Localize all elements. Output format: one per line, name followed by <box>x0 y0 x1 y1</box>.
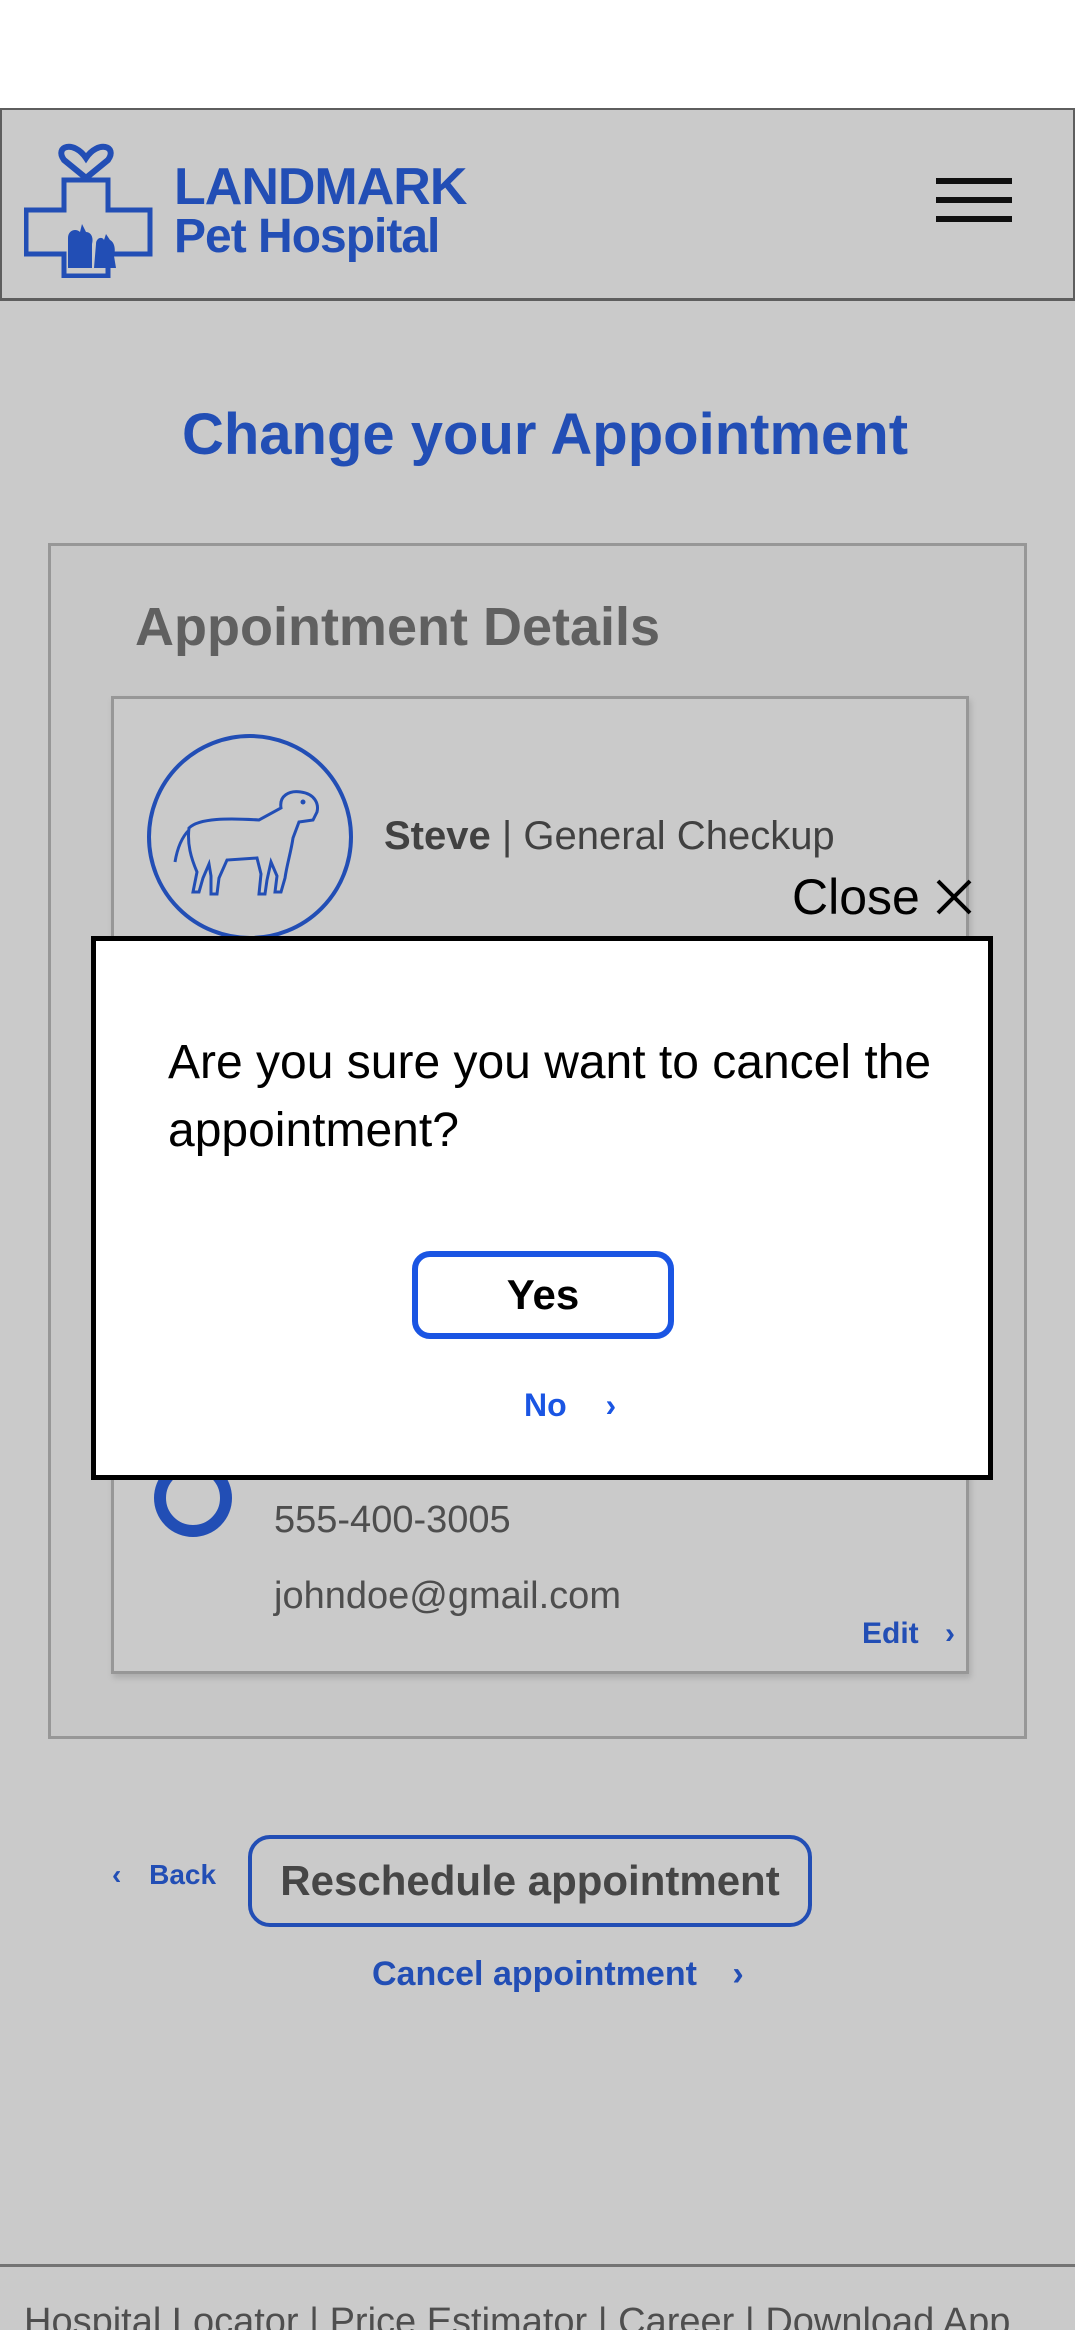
close-label: Close <box>792 869 920 925</box>
logo-icon[interactable] <box>23 128 164 279</box>
cancel-appointment-link[interactable]: Cancel appointment › <box>372 1955 744 1994</box>
footer: Hospital Locator | Price Estimator | Car… <box>0 2264 1075 2330</box>
brand-line-2: Pet Hospital <box>174 210 440 263</box>
separator: | <box>501 814 513 858</box>
cancel-confirmation-modal: Are you sure you want to cancel the appo… <box>91 936 993 1480</box>
no-label: No <box>524 1387 567 1423</box>
brand-line-1: LANDMARK <box>174 158 467 216</box>
close-icon <box>936 879 972 915</box>
no-link[interactable]: No › <box>524 1387 616 1424</box>
edit-link[interactable]: Edit › <box>862 1617 955 1651</box>
close-button[interactable]: Close <box>792 868 974 926</box>
reschedule-button[interactable]: Reschedule appointment <box>248 1835 812 1927</box>
owner-email: johndoe@gmail.com <box>274 1575 621 1617</box>
pet-service-line: Steve | General Checkup <box>384 814 835 859</box>
yes-button[interactable]: Yes <box>412 1251 674 1339</box>
details-heading: Appointment Details <box>135 597 661 657</box>
footer-links[interactable]: Hospital Locator | Price Estimator | Car… <box>24 2301 1010 2330</box>
chevron-right-icon: › <box>605 1387 617 1423</box>
modal-message: Are you sure you want to cancel the appo… <box>168 1036 932 1157</box>
cancel-label: Cancel appointment <box>372 1955 697 1993</box>
chevron-right-icon: › <box>732 1955 744 1993</box>
site-header: LANDMARK Pet Hospital <box>0 108 1075 301</box>
back-link[interactable]: ‹ Back <box>112 1859 216 1891</box>
back-label: Back <box>149 1859 217 1890</box>
chevron-left-icon: ‹ <box>112 1859 122 1890</box>
page-title: Change your Appointment <box>181 402 909 467</box>
service-name: General Checkup <box>523 814 835 858</box>
status-bar-cover <box>0 0 1075 108</box>
pet-name: Steve <box>384 814 491 858</box>
brand-name[interactable]: LANDMARK Pet Hospital <box>174 158 467 263</box>
chevron-right-icon: › <box>945 1617 956 1650</box>
owner-phone: 555-400-3005 <box>274 1499 511 1541</box>
dog-icon <box>147 734 353 940</box>
hamburger-menu-icon[interactable] <box>936 178 1012 234</box>
edit-label: Edit <box>862 1617 919 1650</box>
